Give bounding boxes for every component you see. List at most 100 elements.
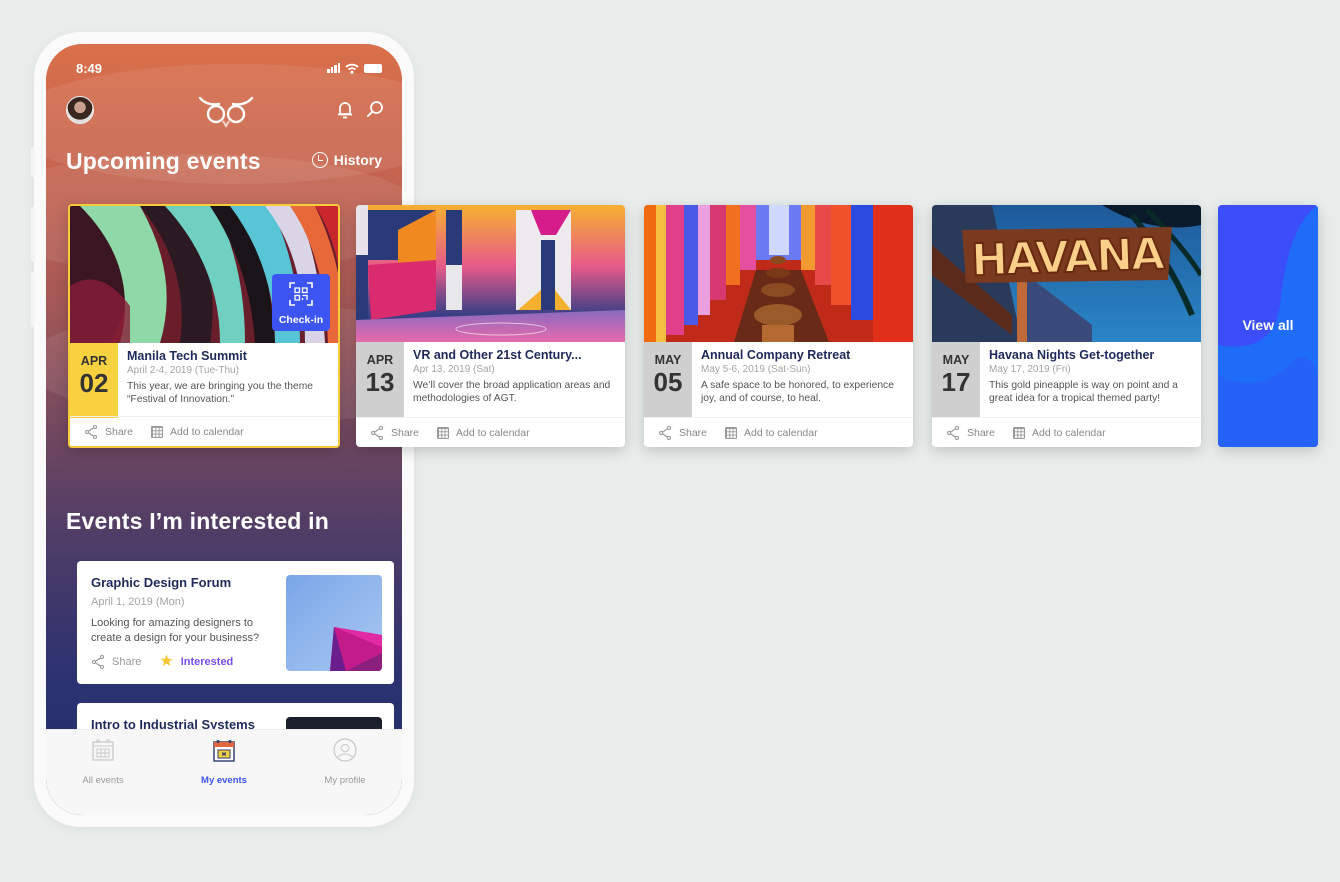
signal-icon	[327, 63, 340, 73]
share-label: Share	[967, 426, 996, 439]
volume-down-button	[31, 272, 35, 327]
calendar-grid-icon	[1013, 426, 1026, 439]
event-title: Annual Company Retreat	[701, 348, 851, 362]
add-to-calendar-label: Add to calendar	[170, 425, 244, 438]
event-card[interactable]: HAVANA MAY 17 Havana Nights Get-together…	[932, 205, 1201, 447]
event-date: May 17, 2019 (Fri)	[989, 364, 1071, 375]
my-events-icon	[213, 740, 235, 762]
mute-switch	[31, 147, 35, 177]
bell-icon[interactable]	[336, 100, 354, 120]
date-month: MAY	[942, 353, 970, 367]
wifi-icon	[345, 63, 359, 74]
volume-up-button	[31, 207, 35, 262]
add-to-calendar-label: Add to calendar	[456, 426, 530, 439]
share-label: Share	[105, 425, 134, 438]
event-image	[644, 205, 913, 342]
check-in-label: Check-in	[278, 314, 324, 326]
search-icon[interactable]	[366, 100, 384, 118]
interested-label: Interested	[180, 656, 234, 668]
event-card[interactable]: MAY 05 Annual Company Retreat May 5-6, 2…	[644, 205, 913, 447]
event-date: Apr 13, 2019 (Sat)	[413, 364, 495, 375]
date-badge: MAY 05	[644, 342, 692, 417]
calendar-grid-icon	[437, 426, 450, 439]
event-title: VR and Other 21st Century...	[413, 348, 582, 362]
interested-events-title: Events I’m interested in	[66, 508, 329, 534]
calendar-grid-icon	[151, 425, 164, 438]
share-icon	[947, 425, 959, 440]
event-title: Manila Tech Summit	[127, 349, 247, 363]
tab-label: All events	[82, 775, 124, 786]
add-to-calendar-label: Add to calendar	[744, 426, 818, 439]
date-day: 13	[365, 367, 395, 397]
interested-event-card[interactable]: Graphic Design Forum April 1, 2019 (Mon)…	[77, 561, 394, 684]
share-label: Share	[391, 426, 420, 439]
calendar-icon	[92, 739, 114, 761]
tab-my-events[interactable]: My events	[169, 738, 279, 786]
event-title: Graphic Design Forum	[91, 575, 232, 590]
history-button[interactable]: History	[311, 152, 382, 168]
share-icon	[659, 425, 671, 440]
date-badge: MAY 17	[932, 342, 980, 417]
event-date: April 1, 2019 (Mon)	[91, 596, 185, 608]
event-title: Havana Nights Get-together	[989, 348, 1155, 362]
event-card[interactable]: APR 13 VR and Other 21st Century... Apr …	[356, 205, 625, 447]
date-day: 17	[941, 367, 971, 397]
history-label: History	[333, 152, 382, 168]
tab-label: My profile	[324, 775, 366, 786]
event-date: May 5-6, 2019 (Sat-Sun)	[701, 364, 811, 375]
app-header	[66, 92, 384, 132]
share-button[interactable]: Share	[946, 425, 996, 440]
view-all-button[interactable]: View all	[1218, 205, 1318, 447]
share-icon	[92, 655, 104, 669]
status-time: 8:49	[76, 60, 103, 76]
add-to-calendar-button[interactable]: Add to calendar	[437, 426, 530, 439]
share-button[interactable]: Share	[370, 425, 420, 440]
share-icon	[371, 425, 383, 440]
add-to-calendar-button[interactable]: Add to calendar	[1013, 426, 1106, 439]
add-to-calendar-button[interactable]: Add to calendar	[725, 426, 818, 439]
event-image: HAVANA	[932, 205, 1201, 342]
event-thumbnail	[286, 575, 382, 671]
interested-toggle[interactable]: ★ Interested	[159, 653, 234, 670]
share-icon	[85, 424, 97, 439]
upcoming-events-title: Upcoming events	[66, 148, 261, 174]
event-image: Check-in	[70, 206, 338, 343]
add-to-calendar-label: Add to calendar	[1032, 426, 1106, 439]
event-image	[356, 205, 625, 342]
share-label: Share	[112, 656, 142, 668]
svg-text:HAVANA: HAVANA	[970, 229, 1165, 287]
date-day: 05	[653, 367, 683, 397]
event-description: This gold pineapple is way on point and …	[989, 380, 1178, 404]
calendar-grid-icon	[725, 426, 738, 439]
date-badge: APR 02	[70, 343, 118, 418]
share-label: Share	[679, 426, 708, 439]
add-to-calendar-button[interactable]: Add to calendar	[151, 425, 244, 438]
profile-icon	[333, 738, 357, 762]
view-all-label: View all	[1242, 316, 1294, 333]
tab-label: My events	[201, 775, 247, 786]
event-date: April 2-4, 2019 (Tue-Thu)	[127, 365, 239, 376]
event-card[interactable]: Check-in APR 02 Manila Tech Summit April…	[68, 204, 340, 448]
status-bar: 8:49	[76, 60, 382, 76]
date-month: APR	[80, 354, 108, 368]
tab-my-profile[interactable]: My profile	[290, 738, 400, 786]
event-description: We’ll cover the broad application areas …	[413, 380, 611, 404]
tab-all-events[interactable]: All events	[48, 738, 158, 786]
event-description: A safe space to be honored, to experienc…	[701, 380, 894, 404]
share-button[interactable]: Share	[658, 425, 708, 440]
event-description: This year, we are bringing you the theme…	[127, 381, 314, 405]
battery-icon	[364, 63, 382, 73]
share-button[interactable]: Share	[91, 655, 141, 669]
date-month: MAY	[654, 353, 682, 367]
tab-bar: All events My events My profile	[46, 729, 402, 815]
date-month: APR	[366, 353, 394, 367]
date-day: 02	[79, 368, 109, 398]
clock-icon	[311, 152, 328, 168]
qr-code-icon	[289, 282, 313, 306]
share-button[interactable]: Share	[84, 424, 134, 439]
date-badge: APR 13	[356, 342, 404, 417]
star-icon: ★	[159, 653, 174, 670]
user-avatar[interactable]	[66, 96, 94, 124]
owl-logo-icon	[198, 96, 254, 128]
check-in-button[interactable]: Check-in	[272, 274, 330, 331]
